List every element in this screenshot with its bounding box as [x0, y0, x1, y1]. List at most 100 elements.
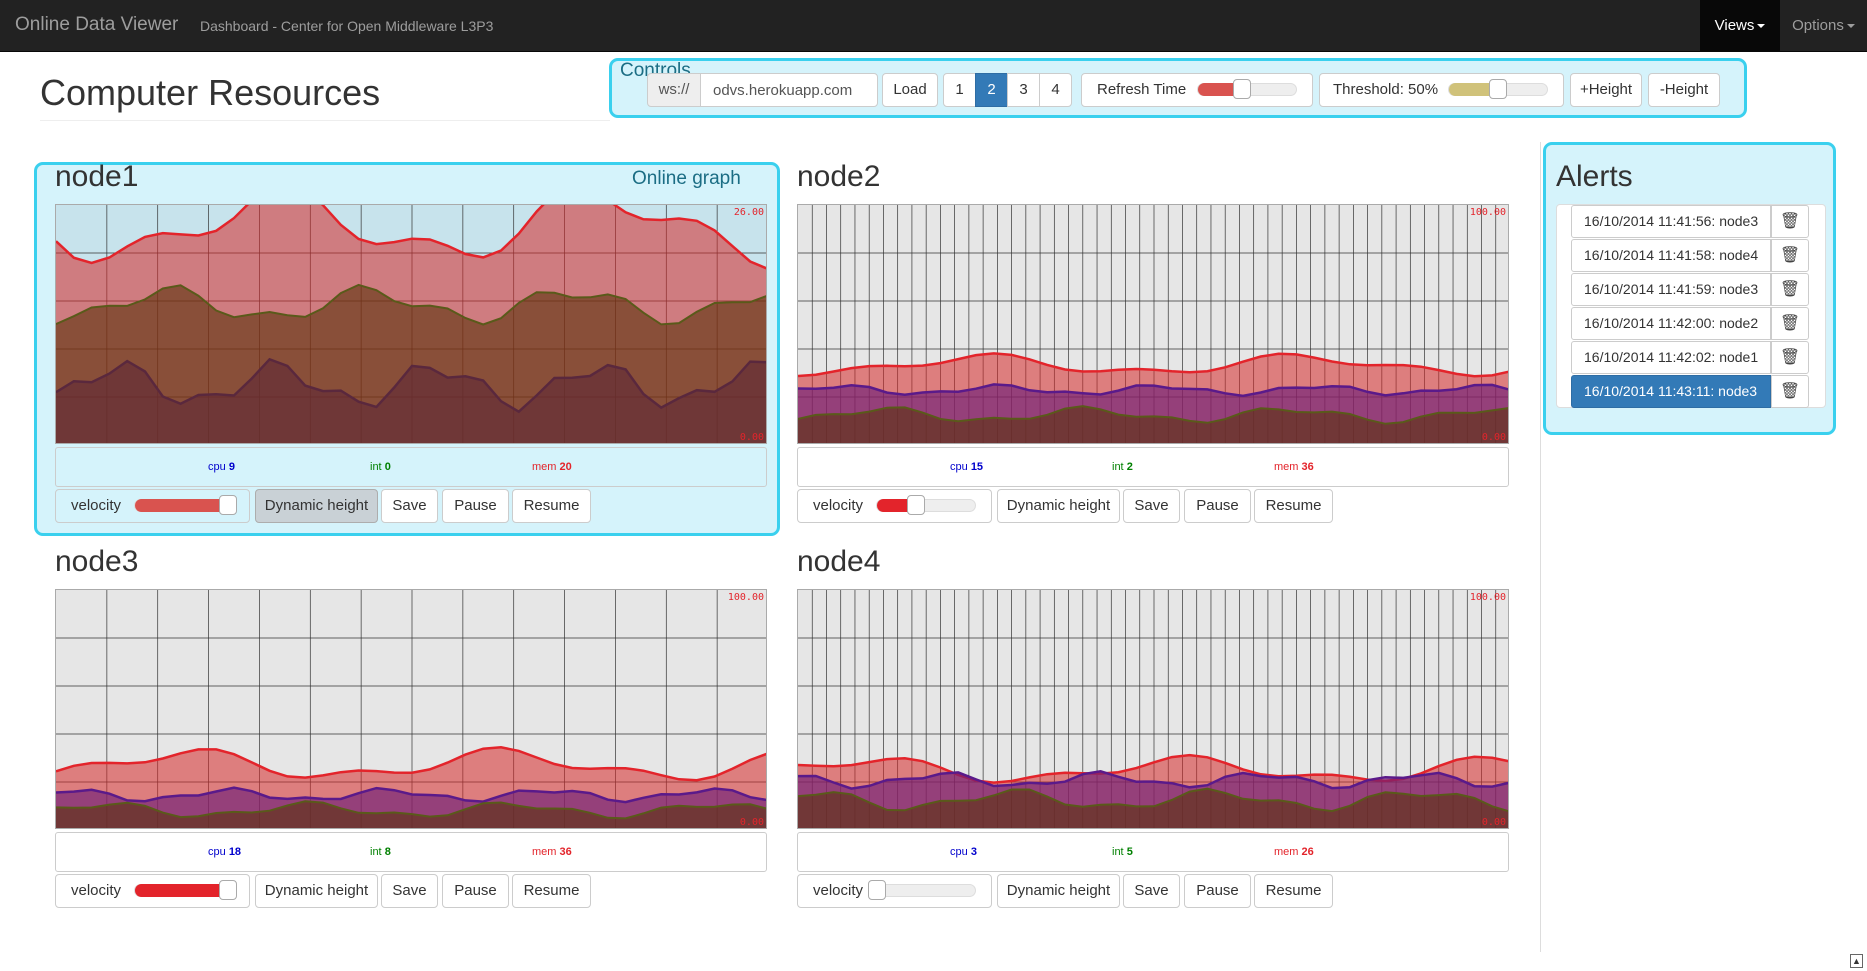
load-button[interactable]: Load [882, 73, 938, 107]
save-button[interactable]: Save [381, 874, 438, 908]
node-chart[interactable]: 100.00 0.00 [55, 589, 767, 829]
velocity-slider-thumb[interactable] [219, 880, 238, 900]
save-button[interactable]: Save [381, 489, 438, 523]
mem-stat: mem 20 [532, 461, 572, 473]
refresh-slider-thumb[interactable] [1233, 79, 1252, 99]
sidebar-divider [1540, 142, 1541, 952]
minus-height-button[interactable]: -Height [1648, 73, 1720, 107]
cpu-stat: cpu 18 [208, 846, 241, 858]
chevron-down-icon [1846, 24, 1855, 29]
title-divider [40, 120, 610, 121]
velocity-slider[interactable] [134, 495, 238, 515]
host-input[interactable] [700, 73, 878, 107]
trash-icon[interactable]: 🗑 [1771, 273, 1809, 306]
node-chart-svg [798, 590, 1508, 828]
chart-min-label: 0.00 [739, 817, 764, 828]
plus-height-button[interactable]: +Height [1570, 73, 1642, 107]
trash-icon[interactable]: 🗑 [1771, 341, 1809, 374]
node-stats-bar: cpu 18 int 8 mem 36 [55, 832, 767, 872]
dynamic-height-button[interactable]: Dynamic height [997, 874, 1120, 908]
velocity-slider[interactable] [134, 880, 238, 900]
views-menu[interactable]: Views [1700, 0, 1780, 52]
velocity-slider-thumb[interactable] [219, 495, 238, 515]
save-button[interactable]: Save [1123, 489, 1180, 523]
velocity-slider-thumb[interactable] [907, 495, 926, 515]
mem-stat-value: 20 [559, 461, 572, 473]
int-stat-label: int [1112, 846, 1124, 858]
online-graph-label: Online graph [632, 168, 741, 189]
alert-item[interactable]: 16/10/2014 11:41:56: node3 [1571, 205, 1771, 238]
cpu-stat-value: 15 [970, 461, 984, 473]
pause-button[interactable]: Pause [442, 489, 509, 523]
page-button-1[interactable]: 1 [943, 73, 976, 107]
alert-item[interactable]: 16/10/2014 11:41:59: node3 [1571, 273, 1771, 306]
node-chart-svg [56, 205, 766, 443]
nav-subtitle[interactable]: Dashboard - Center for Open Middleware L… [200, 18, 493, 34]
chart-min-label: 0.00 [1481, 432, 1506, 443]
scroll-top-icon[interactable]: ▲ [1850, 954, 1863, 968]
pause-button[interactable]: Pause [442, 874, 509, 908]
chart-max-label: 100.00 [727, 592, 764, 603]
int-stat-label: int [370, 461, 382, 473]
resume-button[interactable]: Resume [512, 874, 591, 908]
velocity-slider-thumb[interactable] [868, 880, 886, 900]
ws-prefix: ws:// [647, 73, 701, 107]
alert-item[interactable]: 16/10/2014 11:41:58: node4 [1571, 239, 1771, 272]
options-label: Options [1792, 17, 1844, 34]
int-stat-value: 5 [1126, 846, 1133, 858]
dynamic-height-button[interactable]: Dynamic height [255, 489, 378, 523]
page-button-4[interactable]: 4 [1039, 73, 1072, 107]
node-stats-bar: cpu 9 int 0 mem 20 [55, 447, 767, 487]
trash-icon[interactable]: 🗑 [1771, 375, 1809, 408]
pause-button[interactable]: Pause [1184, 489, 1251, 523]
page-button-2[interactable]: 2 [975, 73, 1008, 107]
mem-stat-value: 36 [1301, 461, 1314, 473]
page-button-3[interactable]: 3 [1007, 73, 1040, 107]
dynamic-height-button[interactable]: Dynamic height [997, 489, 1120, 523]
mem-stat: mem 26 [1274, 846, 1314, 858]
node-stats-bar: cpu 3 int 5 mem 26 [797, 832, 1509, 872]
velocity-label: velocity [813, 882, 864, 899]
mem-stat: mem 36 [1274, 461, 1314, 473]
chart-min-label: 0.00 [1481, 817, 1506, 828]
trash-icon[interactable]: 🗑 [1771, 307, 1809, 340]
trash-icon[interactable]: 🗑 [1771, 205, 1809, 238]
dynamic-height-button[interactable]: Dynamic height [255, 874, 378, 908]
velocity-slider-fill [135, 884, 229, 897]
alert-item[interactable]: 16/10/2014 11:42:00: node2 [1571, 307, 1771, 340]
chart-max-label: 100.00 [1469, 207, 1506, 218]
int-stat: int 8 [370, 846, 391, 858]
brand[interactable]: Online Data Viewer [15, 14, 178, 36]
velocity-slider[interactable] [868, 880, 976, 900]
resume-button[interactable]: Resume [1254, 874, 1333, 908]
int-stat-label: int [1112, 461, 1124, 473]
alert-item[interactable]: 16/10/2014 11:42:02: node1 [1571, 341, 1771, 374]
velocity-label: velocity [71, 497, 122, 514]
resume-button[interactable]: Resume [1254, 489, 1333, 523]
threshold-slider-thumb[interactable] [1489, 79, 1507, 99]
mem-stat-label: mem [532, 846, 557, 858]
mem-stat-label: mem [532, 461, 557, 473]
node-chart-svg [56, 590, 766, 828]
node-chart[interactable]: 100.00 0.00 [797, 589, 1509, 829]
velocity-slider[interactable] [876, 495, 976, 515]
options-menu[interactable]: Options [1780, 0, 1867, 52]
threshold-slider[interactable] [1448, 79, 1548, 99]
alert-item-active[interactable]: 16/10/2014 11:43:11: node3 [1571, 375, 1771, 408]
pause-button[interactable]: Pause [1184, 874, 1251, 908]
node-chart[interactable]: 26.00 0.00 [55, 204, 767, 444]
velocity-slider-fill [135, 499, 229, 512]
cpu-stat-label: cpu [950, 461, 968, 473]
node-title: node4 [797, 545, 881, 578]
cpu-stat-label: cpu [208, 461, 226, 473]
resume-button[interactable]: Resume [512, 489, 591, 523]
views-label: Views [1714, 17, 1755, 34]
int-stat-value: 2 [1126, 461, 1133, 473]
threshold-label: Threshold: 50% [1333, 81, 1439, 98]
trash-icon[interactable]: 🗑 [1771, 239, 1809, 272]
int-stat: int 5 [1112, 846, 1133, 858]
node-title: node2 [797, 160, 881, 193]
refresh-time-slider[interactable] [1197, 79, 1297, 99]
node-chart[interactable]: 100.00 0.00 [797, 204, 1509, 444]
save-button[interactable]: Save [1123, 874, 1180, 908]
